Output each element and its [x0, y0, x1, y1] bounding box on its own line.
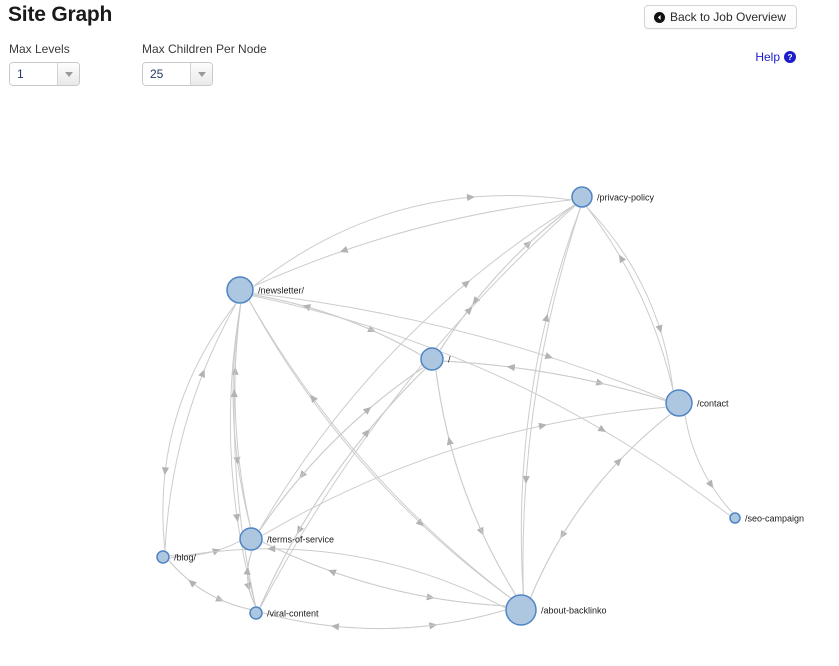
page-header: Site Graph Back to Job Overview Help ? M… — [0, 0, 839, 100]
graph-edge-arrowhead — [655, 324, 663, 334]
graph-node-seo-campaign[interactable]: /seo-campaign — [729, 512, 804, 524]
graph-node-privacy-policy[interactable]: /privacy-policy — [571, 186, 655, 208]
graph-node-label: /about-backlinko — [541, 605, 607, 615]
graph-node-blog[interactable]: /blog/ — [156, 550, 197, 564]
graph-node-label: /blog/ — [174, 552, 197, 562]
graph-node-root[interactable]: / — [420, 347, 451, 371]
max-children-value[interactable]: 25 — [143, 63, 190, 85]
graph-edge — [168, 560, 251, 610]
graph-node-circle[interactable] — [226, 276, 254, 304]
graph-edge-arrowhead — [230, 389, 238, 398]
graph-edge — [586, 206, 674, 391]
graph-edge — [168, 560, 251, 610]
graph-node-viral-content[interactable]: /viral-content — [249, 606, 319, 620]
graph-node-contact[interactable]: /contact — [665, 389, 729, 417]
graph-node-about-backlinko[interactable]: /about-backlinko — [505, 594, 607, 626]
graph-edge-arrowhead — [310, 394, 318, 404]
graph-node-circle[interactable] — [249, 606, 263, 620]
help-link[interactable]: Help ? — [755, 50, 796, 64]
graph-edge-arrowhead — [302, 304, 311, 312]
graph-edge — [259, 205, 576, 608]
graph-edge — [253, 294, 421, 356]
max-levels-spinner[interactable]: 1 — [9, 62, 80, 86]
graph-edge-arrowhead — [161, 467, 170, 476]
question-circle-icon: ? — [784, 51, 796, 63]
graph-node-circle[interactable] — [420, 347, 444, 371]
graph-edge — [248, 300, 511, 599]
back-to-job-overview-button[interactable]: Back to Job Overview — [643, 5, 797, 29]
graph-edge-arrowhead — [705, 479, 714, 489]
graph-node-circle[interactable] — [665, 389, 693, 417]
graph-edge-arrowhead — [339, 245, 349, 253]
graph-edge-arrowhead — [544, 352, 554, 360]
graph-edge-arrowhead — [522, 475, 530, 485]
graph-edge — [253, 195, 572, 287]
graph-edge-arrowhead — [330, 623, 340, 631]
graph-edge — [259, 367, 424, 531]
graph-edge — [262, 541, 506, 607]
max-children-dropdown-button[interactable] — [190, 63, 212, 85]
graph-edge-arrowhead — [327, 569, 337, 577]
graph-edge — [530, 413, 671, 598]
graph-node-circle[interactable] — [729, 512, 741, 524]
graph-edge — [435, 370, 517, 596]
graph-edge-arrowhead — [466, 193, 475, 202]
graph-edge-arrowhead — [243, 566, 251, 576]
graph-edge — [435, 370, 517, 596]
max-levels-value[interactable]: 1 — [10, 63, 57, 85]
graph-edge — [262, 406, 666, 536]
graph-node-circle[interactable] — [239, 527, 263, 551]
max-levels-dropdown-button[interactable] — [57, 63, 79, 85]
graph-edge — [258, 204, 575, 531]
svg-text:?: ? — [787, 53, 792, 62]
graph-node-label: /viral-content — [267, 608, 319, 618]
max-children-spinner[interactable]: 25 — [142, 62, 213, 86]
graph-edge-arrowhead — [506, 363, 516, 372]
graph-edge — [262, 541, 506, 607]
max-children-label: Max Children Per Node — [142, 42, 267, 56]
graph-edge — [530, 413, 671, 598]
graph-node-circle[interactable] — [571, 186, 593, 208]
graph-edge — [259, 368, 426, 608]
graph-edge — [259, 367, 424, 531]
graph-edge-arrowhead — [446, 436, 454, 446]
graph-edge-arrowhead — [538, 422, 547, 430]
back-to-job-overview-label: Back to Job Overview — [669, 10, 786, 24]
graph-edge — [586, 206, 674, 391]
graph-edge — [439, 204, 575, 351]
site-graph-svg[interactable]: /privacy-policy/newsletter/ / /contact/seo… — [0, 100, 839, 666]
graph-edge — [248, 300, 511, 599]
site-graph-canvas[interactable]: /privacy-policy/newsletter/ / /contact/seo… — [0, 100, 839, 666]
page-title: Site Graph — [8, 3, 113, 26]
graph-edge — [439, 204, 575, 351]
graph-edge — [684, 415, 733, 513]
graph-edge — [259, 368, 426, 608]
arrow-left-circle-icon — [653, 11, 665, 23]
chevron-down-icon — [197, 71, 206, 77]
max-levels-label: Max Levels — [9, 42, 70, 56]
control-max-children-per-node: Max Children Per Node 25 — [142, 42, 267, 86]
graph-edge-arrowhead — [472, 296, 481, 305]
graph-edge-arrowhead — [198, 369, 205, 378]
graph-edge-arrowhead — [597, 424, 607, 433]
graph-edge — [522, 207, 581, 595]
control-max-levels: Max Levels 1 — [9, 42, 80, 86]
chevron-down-icon — [64, 71, 73, 77]
graph-edge — [253, 294, 421, 356]
graph-node-label: /privacy-policy — [597, 192, 655, 202]
graph-edges — [161, 193, 733, 631]
graph-node-label: /contact — [697, 398, 729, 408]
graph-edge — [229, 303, 257, 607]
graph-node-circle[interactable] — [156, 550, 170, 564]
graph-edge — [164, 303, 237, 551]
graph-nodes: /privacy-policy/newsletter/ / /contact/seo… — [156, 186, 804, 626]
graph-node-label: /terms-of-service — [267, 534, 334, 544]
graph-node-label: /newsletter/ — [258, 285, 305, 295]
graph-node-circle[interactable] — [505, 594, 537, 626]
help-label: Help — [755, 50, 780, 64]
graph-node-label: /seo-campaign — [745, 513, 804, 523]
graph-edge — [253, 199, 572, 287]
graph-node-terms-of-service[interactable]: /terms-of-service — [239, 527, 334, 551]
graph-edge — [162, 303, 237, 551]
